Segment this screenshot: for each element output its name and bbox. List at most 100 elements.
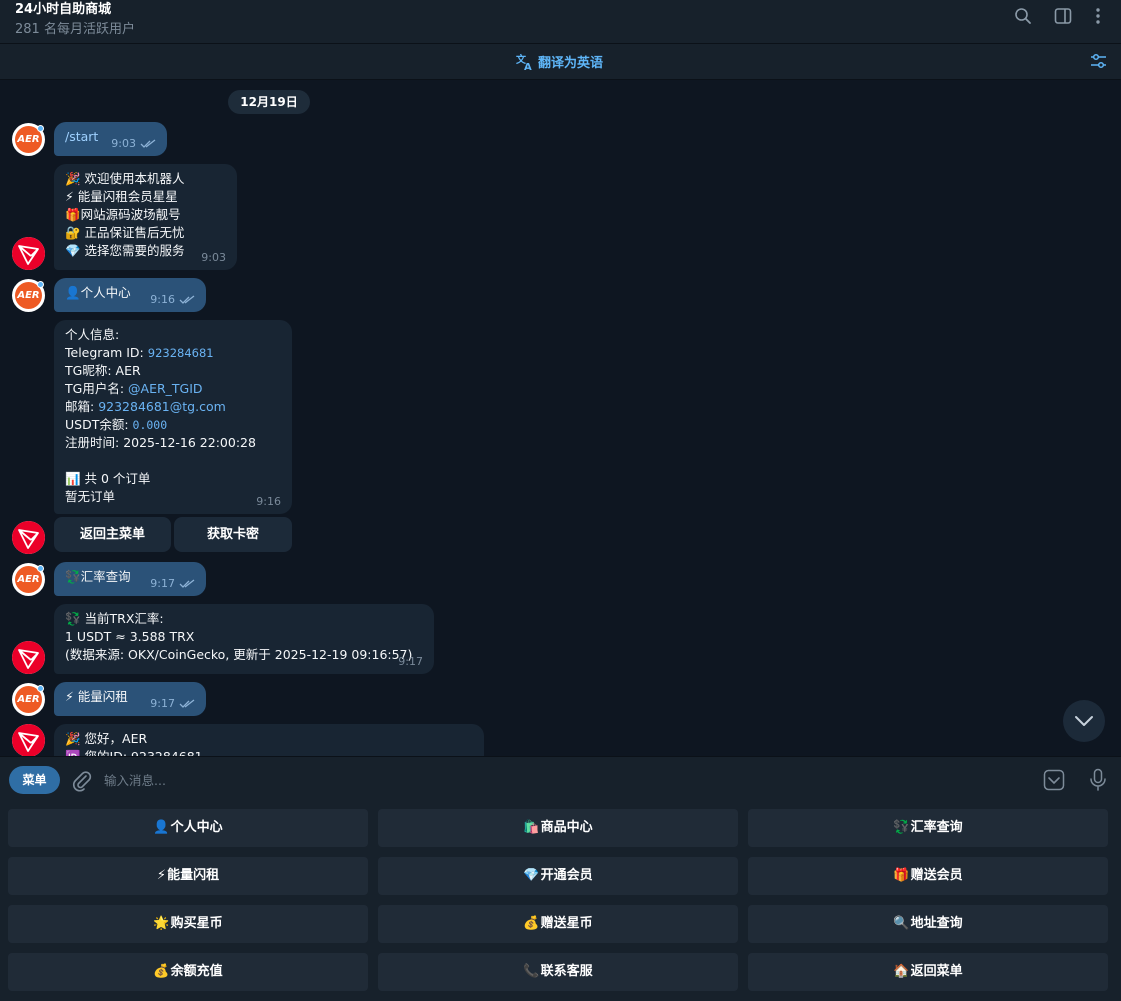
avatar[interactable]: AER — [12, 279, 45, 312]
chevron-down-icon — [1075, 716, 1093, 726]
incoming-message[interactable]: 🎉 欢迎使用本机器人 ⚡ 能量闪租会员星星 🎁网站源码波场靓号 🔐 正品保证售后… — [54, 164, 237, 270]
incoming-message-profile[interactable]: 个人信息: Telegram ID: 923284681 TG昵称: AER T… — [54, 320, 292, 514]
keyboard-toggle-icon[interactable] — [1043, 769, 1065, 791]
message-line: 🔐 正品保证售后无忧 — [65, 225, 185, 240]
outgoing-message[interactable]: 💱汇率查询 9:17 — [54, 562, 206, 596]
money-bag-icon: 💰 — [523, 916, 540, 931]
translate-button[interactable]: 文 A 翻译为英语 — [516, 52, 604, 72]
translate-bar: 文 A 翻译为英语 — [0, 44, 1121, 80]
gift-stars-button[interactable]: 💰赠送星币 — [378, 905, 738, 943]
message-line: 1 USDT ≈ 3.588 TRX — [65, 629, 195, 644]
message-line: 🆔 您的ID: 923284681 — [65, 748, 473, 756]
message-line: 💱 当前TRX汇率: — [65, 611, 164, 626]
message-text: 👤个人中心 — [65, 285, 131, 300]
energy-rental-button[interactable]: ⚡能量闪租 — [8, 857, 368, 895]
avatar[interactable]: AER — [12, 123, 45, 156]
microphone-icon[interactable] — [1089, 768, 1107, 792]
date-separator: 12月19日 — [228, 90, 310, 114]
outgoing-message[interactable]: ⚡ 能量闪租 9:17 — [54, 682, 206, 716]
translate-icon: 文 A — [516, 53, 532, 71]
message-line: 🎉 欢迎使用本机器人 — [65, 171, 185, 186]
exchange-rate-button[interactable]: 💱汇率查询 — [748, 809, 1108, 847]
message-time: 9:03 — [201, 251, 226, 264]
back-to-main-menu-button[interactable]: 返回主菜单 — [54, 517, 171, 552]
outgoing-message[interactable]: /start 9:03 — [54, 122, 167, 156]
balance-topup-button[interactable]: 💰余额充值 — [8, 953, 368, 991]
gift-membership-button[interactable]: 🎁赠送会员 — [748, 857, 1108, 895]
search-icon[interactable] — [1014, 7, 1032, 25]
balance-value[interactable]: 0.000 — [133, 418, 168, 432]
incoming-message[interactable]: 🎉 您好，AER 🆔 您的ID: 923284681 — [54, 724, 484, 756]
nickname-value: AER — [115, 363, 141, 378]
avatar[interactable]: AER — [12, 683, 45, 716]
bot-avatar-tron-icon[interactable] — [12, 237, 45, 270]
personal-center-button[interactable]: 👤个人中心 — [8, 809, 368, 847]
user-icon: 👤 — [153, 820, 170, 835]
outgoing-message[interactable]: 👤个人中心 9:16 — [54, 278, 206, 312]
translate-label: 翻译为英语 — [538, 56, 604, 71]
diamond-icon: 💎 — [523, 868, 540, 883]
username-link[interactable]: @AER_TGID — [128, 381, 203, 396]
currency-exchange-icon: 💱 — [893, 820, 910, 835]
message-line: (数据来源: OKX/CoinGecko, 更新于 2025-12-19 09:… — [65, 647, 413, 662]
field-label: Telegram ID: — [65, 345, 148, 360]
message-time: 9:17 — [150, 697, 175, 710]
message-input-bar: 菜单 — [0, 756, 1121, 803]
avatar[interactable]: AER — [12, 563, 45, 596]
message-time: 9:03 — [111, 137, 136, 150]
message-text: 💱汇率查询 — [65, 569, 131, 584]
field-label: TG昵称: — [65, 363, 116, 378]
message-text: ⚡ 能量闪租 — [65, 689, 128, 704]
message-line: 🎁网站源码波场靓号 — [65, 207, 181, 222]
bot-avatar-tron-icon[interactable] — [12, 724, 45, 756]
more-options-icon[interactable] — [1089, 7, 1107, 25]
field-label: 注册时间: — [65, 435, 124, 450]
bot-menu-button[interactable]: 菜单 — [9, 766, 60, 794]
chat-title[interactable]: 24小时自助商城 — [15, 0, 111, 17]
bot-avatar-tron-icon[interactable] — [12, 521, 45, 554]
return-menu-button[interactable]: 🏠返回菜单 — [748, 953, 1108, 991]
chat-subtitle: 281 名每月活跃用户 — [15, 22, 135, 37]
shopping-bags-icon: 🛍️ — [523, 820, 540, 835]
lightning-icon: ⚡ — [156, 868, 167, 883]
translate-settings-icon[interactable] — [1089, 52, 1108, 71]
no-orders-text: 暂无订单 — [65, 489, 116, 504]
phone-icon: 📞 — [523, 964, 540, 979]
bot-avatar-tron-icon[interactable] — [12, 641, 45, 674]
field-label: TG用户名: — [65, 381, 129, 396]
email-link[interactable]: 923284681@tg.com — [98, 399, 226, 414]
home-icon: 🏠 — [893, 964, 910, 979]
profile-heading: 个人信息: — [65, 327, 120, 342]
telegram-id-link[interactable]: 923284681 — [148, 346, 214, 360]
message-line: ⚡ 能量闪租会员星星 — [65, 189, 178, 204]
orders-count: 📊 共 0 个订单 — [65, 471, 151, 486]
address-lookup-button[interactable]: 🔍地址查询 — [748, 905, 1108, 943]
message-time: 9:17 — [398, 655, 423, 668]
scroll-to-bottom-button[interactable] — [1063, 700, 1105, 742]
product-center-button[interactable]: 🛍️商品中心 — [378, 809, 738, 847]
incoming-message[interactable]: 💱 当前TRX汇率: 1 USDT ≈ 3.588 TRX (数据来源: OKX… — [54, 604, 434, 674]
double-check-icon — [179, 295, 195, 304]
message-input[interactable] — [104, 767, 1004, 793]
message-text: /start — [65, 129, 99, 144]
message-line: 🎉 您好，AER — [65, 731, 148, 746]
money-bag-icon: 💰 — [153, 964, 170, 979]
message-time: 9:16 — [256, 495, 281, 508]
magnifier-icon: 🔍 — [893, 916, 910, 931]
reply-keyboard: 👤个人中心 🛍️商品中心 💱汇率查询 ⚡能量闪租 💎开通会员 🎁赠送会员 🌟购买… — [0, 803, 1121, 1001]
open-membership-button[interactable]: 💎开通会员 — [378, 857, 738, 895]
registration-time: 2025-12-16 22:00:28 — [123, 435, 256, 450]
sidebar-toggle-icon[interactable] — [1054, 7, 1072, 25]
get-card-key-button[interactable]: 获取卡密 — [174, 517, 292, 552]
contact-support-button[interactable]: 📞联系客服 — [378, 953, 738, 991]
double-check-icon — [179, 699, 195, 708]
double-check-icon — [140, 139, 156, 148]
chat-header: 24小时自助商城 281 名每月活跃用户 — [0, 0, 1121, 44]
message-time: 9:17 — [150, 577, 175, 590]
attach-icon[interactable] — [72, 770, 92, 792]
star-icon: 🌟 — [153, 916, 170, 931]
message-list[interactable]: 12月19日 AER /start 9:03 🎉 欢迎使用本机器人 ⚡ 能量闪租… — [0, 80, 1121, 756]
gift-icon: 🎁 — [893, 868, 910, 883]
double-check-icon — [179, 579, 195, 588]
buy-stars-button[interactable]: 🌟购买星币 — [8, 905, 368, 943]
